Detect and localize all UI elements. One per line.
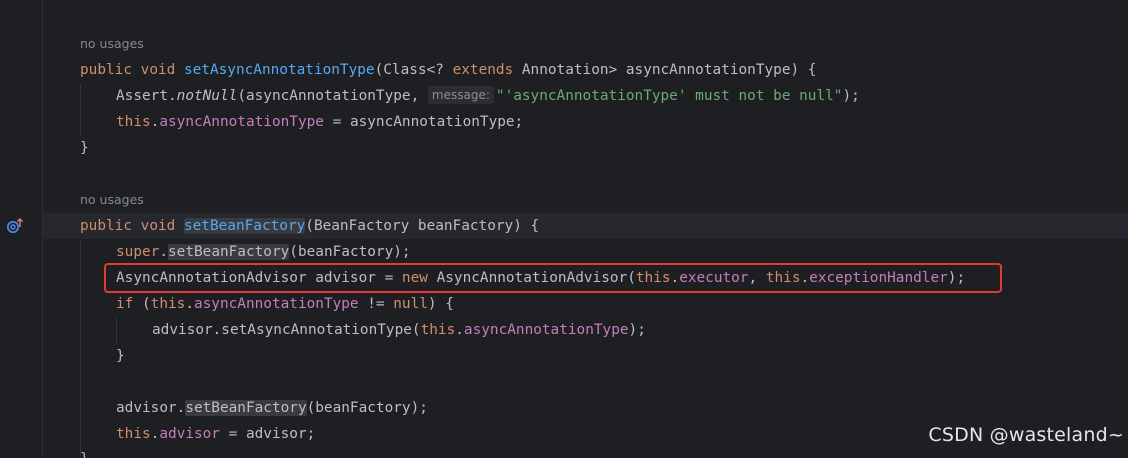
keyword: void (140, 62, 176, 78)
code-line[interactable]: Assert.notNull(asyncAnnotationType, mess… (116, 83, 860, 109)
highlight-annotation-box (104, 263, 1002, 293)
keyword: void (140, 218, 176, 234)
indent-guide (80, 84, 81, 136)
code-text: (beanFactory); (306, 400, 428, 416)
method-call[interactable]: setBeanFactory (168, 244, 290, 260)
code-text: = advisor; (219, 426, 316, 442)
code-text: = asyncAnnotationType; (323, 114, 524, 130)
code-text: (BeanFactory beanFactory) { (305, 218, 540, 234)
code-text: (asyncAnnotationType, (237, 88, 428, 104)
code-line[interactable]: } (80, 135, 89, 161)
code-line[interactable]: advisor.setAsyncAnnotationType(this.asyn… (152, 317, 646, 343)
field-reference[interactable]: asyncAnnotationType (464, 322, 629, 338)
code-text: ) { (427, 296, 454, 312)
code-text: . (185, 296, 194, 312)
code-editor[interactable]: no usages public void setAsyncAnnotation… (0, 0, 1128, 458)
indent-guide (116, 318, 117, 344)
keyword: null (393, 296, 428, 312)
code-line[interactable]: public void setAsyncAnnotationType(Class… (80, 57, 816, 83)
keyword: super (116, 244, 160, 260)
keyword: public (80, 218, 132, 234)
keyword: this (420, 322, 456, 338)
code-text: Assert. (116, 88, 177, 104)
code-text: ); (842, 88, 860, 104)
code-line[interactable]: } (80, 446, 89, 458)
code-text: (Class<? (374, 62, 453, 78)
code-text: != (358, 296, 394, 312)
brace: } (80, 140, 89, 156)
code-line[interactable]: super.setBeanFactory(beanFactory); (116, 239, 411, 265)
code-line[interactable]: } (116, 343, 125, 369)
keyword: this (150, 296, 186, 312)
keyword: this (116, 114, 151, 130)
method-call[interactable]: setBeanFactory (185, 400, 307, 416)
code-line[interactable]: public void setBeanFactory(BeanFactory b… (80, 213, 539, 239)
code-text: . (455, 322, 464, 338)
code-text: ( (133, 296, 151, 312)
keyword: if (116, 296, 134, 312)
brace: } (80, 451, 89, 458)
code-line[interactable]: this.asyncAnnotationType = asyncAnnotati… (116, 109, 523, 135)
code-line[interactable]: this.advisor = advisor; (116, 421, 315, 447)
method-name[interactable]: setAsyncAnnotationType (184, 62, 375, 78)
code-line[interactable]: if (this.asyncAnnotationType != null) { (116, 291, 454, 317)
method-call[interactable]: advisor.setAsyncAnnotationType( (152, 322, 421, 338)
method-name[interactable]: setBeanFactory (183, 218, 306, 234)
code-text: Annotation> asyncAnnotationType) { (513, 62, 817, 78)
keyword: extends (452, 62, 514, 78)
usages-hint[interactable]: no usages (80, 35, 144, 53)
static-method-call[interactable]: notNull (177, 88, 238, 104)
code-text: ); (628, 322, 646, 338)
field-reference[interactable]: asyncAnnotationType (194, 296, 359, 312)
parameter-name-hint: message: (427, 86, 494, 104)
code-line[interactable]: advisor.setBeanFactory(beanFactory); (116, 395, 428, 421)
watermark: CSDN @wasteland~ (928, 424, 1124, 446)
field-reference[interactable]: advisor (159, 426, 220, 442)
code-text: advisor. (116, 400, 186, 416)
usages-hint[interactable]: no usages (80, 191, 144, 209)
keyword: this (116, 426, 151, 442)
indent-guide (80, 240, 81, 456)
string-literal: "'asyncAnnotationType' must not be null" (495, 88, 843, 104)
code-text: (beanFactory); (289, 244, 411, 260)
brace: } (116, 348, 125, 364)
keyword: public (80, 62, 132, 78)
override-method-icon[interactable] (5, 216, 25, 236)
code-text: . (159, 244, 168, 260)
field-reference[interactable]: asyncAnnotationType (159, 114, 324, 130)
